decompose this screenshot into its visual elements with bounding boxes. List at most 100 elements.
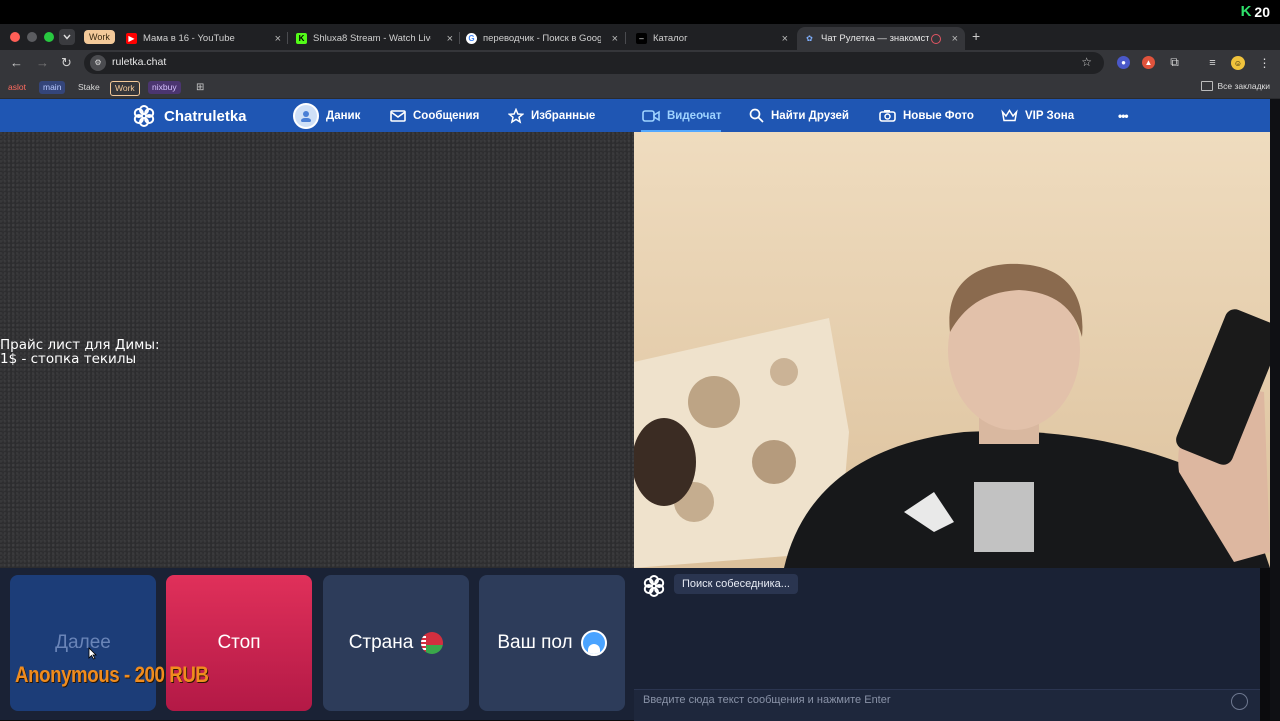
stop-button[interactable]: Стоп	[166, 575, 312, 711]
nav-profile[interactable]: Даник	[293, 99, 360, 132]
os-status-logo: K 20	[1240, 3, 1270, 21]
mouse-cursor-icon	[88, 647, 97, 660]
nav-label: VIP Зона	[1025, 109, 1075, 122]
self-video	[634, 132, 1270, 568]
profile-avatar-icon[interactable]: ☺	[1231, 56, 1245, 70]
tab-google-search[interactable]: G переводчик - Поиск в Google ×	[466, 27, 618, 50]
nav-label: Избранные	[531, 109, 596, 122]
extension-icon-2[interactable]: ▲	[1142, 56, 1155, 69]
nav-videochat[interactable]: Видеочат	[642, 99, 722, 132]
tab-title: Мама в 16 - YouTube	[143, 33, 235, 44]
os-menu-bar: K 20	[0, 0, 1280, 24]
tab-separator	[625, 32, 626, 44]
site-info-icon[interactable]: ⚙	[90, 55, 106, 71]
stop-label: Стоп	[217, 632, 261, 653]
star-icon	[508, 107, 524, 124]
back-arrow-icon[interactable]: ←	[10, 55, 23, 71]
recording-icon	[931, 33, 941, 44]
chatruletka-logo-icon	[643, 575, 665, 597]
tab-separator	[459, 32, 460, 44]
minimize-window-button[interactable]	[27, 32, 37, 42]
country-button[interactable]: Страна	[323, 575, 469, 711]
nav-find-friends[interactable]: Найти Друзей	[749, 99, 849, 132]
more-menu-button[interactable]: •••	[1118, 99, 1129, 132]
stream-overlay-text: Прайс лист для Димы: 1$ - стопка текилы	[0, 338, 160, 366]
bookmark-main[interactable]: main	[39, 81, 66, 94]
chatruletka-logo-icon	[133, 105, 155, 127]
nav-label: Сообщения	[413, 109, 480, 122]
chat-input-placeholder: Введите сюда текст сообщения и нажмите E…	[643, 694, 891, 706]
chat-panel: Поиск собеседника... Введите сюда текст …	[634, 568, 1260, 721]
tab-title: Чат Рулетка — знакомст...	[821, 33, 929, 44]
new-tab-button[interactable]: +	[972, 28, 980, 44]
zoom-window-button[interactable]	[44, 32, 54, 42]
bookmarks-bar: aslot main Stake Work nixbuy ⊞ Все закла…	[0, 76, 1280, 99]
all-bookmarks[interactable]: Все закладки	[1201, 81, 1270, 91]
k-logo-icon: K	[1240, 3, 1252, 20]
gender-label: Ваш пол	[497, 632, 573, 653]
extension-icon-1[interactable]: ●	[1117, 56, 1130, 69]
tab-search-button[interactable]	[59, 29, 75, 45]
folder-icon	[1201, 81, 1214, 91]
next-button[interactable]: Далее	[10, 575, 156, 711]
brand-name: Chatruletka	[164, 107, 247, 125]
tab-title: переводчик - Поиск в Google	[483, 33, 601, 44]
bookmark-stake[interactable]: Stake	[74, 81, 104, 94]
extensions-puzzle-icon[interactable]: ⧉	[1168, 55, 1181, 69]
nav-label: Новые Фото	[903, 109, 974, 122]
os-badge: 20	[1254, 4, 1270, 20]
bookmark-star-icon[interactable]: ☆	[1081, 55, 1092, 69]
tab-youtube[interactable]: ▶ Мама в 16 - YouTube ×	[126, 27, 281, 50]
bookmark-aslot[interactable]: aslot	[4, 81, 30, 94]
close-tab-icon[interactable]: ×	[275, 33, 281, 45]
apps-grid-icon[interactable]: ⊞	[192, 81, 208, 94]
reading-list-icon[interactable]: ≡	[1206, 56, 1219, 69]
camera-icon	[879, 110, 896, 122]
close-window-button[interactable]	[10, 32, 20, 42]
nav-favorites[interactable]: Избранные	[508, 99, 595, 132]
tab-group-label[interactable]: Work	[84, 30, 115, 44]
site-logo[interactable]: Chatruletka	[132, 104, 247, 128]
close-tab-icon[interactable]: ×	[952, 33, 958, 45]
crown-icon	[1001, 109, 1018, 122]
chevron-down-icon	[63, 34, 71, 40]
chat-status-message: Поиск собеседника...	[674, 574, 798, 594]
youtube-icon: ▶	[126, 33, 137, 44]
emoji-icon[interactable]	[1231, 693, 1248, 710]
close-tab-icon[interactable]: ×	[612, 33, 618, 45]
donation-alert: Anonymous - 200 RUB	[15, 662, 209, 687]
nav-vip-zone[interactable]: VIP Зона	[1001, 99, 1074, 132]
nav-messages[interactable]: Сообщения	[390, 99, 479, 132]
forward-arrow-icon[interactable]: →	[36, 55, 49, 71]
chatruletka-favicon-icon: ✿	[806, 34, 813, 43]
tab-title: Shluxa8 Stream - Watch Live	[313, 33, 431, 44]
dash-icon: –	[636, 33, 647, 44]
tab-separator	[287, 32, 288, 44]
browser-tab-strip: Work ▶ Мама в 16 - YouTube × K Shluxa8 S…	[0, 24, 1280, 50]
overlay-line: 1$ - стопка текилы	[0, 351, 137, 367]
tab-chatruletka[interactable]: ✿ Чат Рулетка — знакомст... ×	[797, 27, 965, 50]
nav-new-photos[interactable]: Новые Фото	[879, 99, 974, 132]
browser-menu-icon[interactable]: ⋮	[1258, 56, 1271, 70]
site-navigation: Chatruletka Даник Сообщения Избранные Ви…	[0, 99, 1270, 132]
nav-label: Видеочат	[667, 109, 722, 122]
search-icon	[749, 108, 764, 123]
kick-icon: K	[296, 33, 307, 44]
tab-catalog[interactable]: – Каталог ×	[636, 27, 788, 50]
gender-button[interactable]: Ваш пол	[479, 575, 625, 711]
page-scrollbar-gutter	[1270, 99, 1280, 720]
all-bookmarks-label: Все закладки	[1217, 81, 1270, 91]
bookmark-nixbuy[interactable]: nixbuy	[148, 81, 181, 94]
bookmark-work[interactable]: Work	[110, 81, 140, 96]
control-panel: Далее Стоп Страна Ваш пол	[0, 568, 634, 720]
address-bar[interactable]: ⚙ ruletka.chat ☆	[84, 52, 1104, 74]
overlay-line: Прайс лист для Димы:	[0, 337, 160, 353]
tab-kick-stream[interactable]: K Shluxa8 Stream - Watch Live ×	[296, 27, 453, 50]
country-label: Страна	[348, 632, 414, 653]
avatar-icon	[293, 102, 319, 129]
reload-icon[interactable]: ↻	[61, 55, 72, 71]
tab-title: Каталог	[653, 33, 688, 44]
close-tab-icon[interactable]: ×	[782, 33, 788, 45]
mail-icon	[390, 109, 406, 122]
close-tab-icon[interactable]: ×	[447, 33, 453, 45]
